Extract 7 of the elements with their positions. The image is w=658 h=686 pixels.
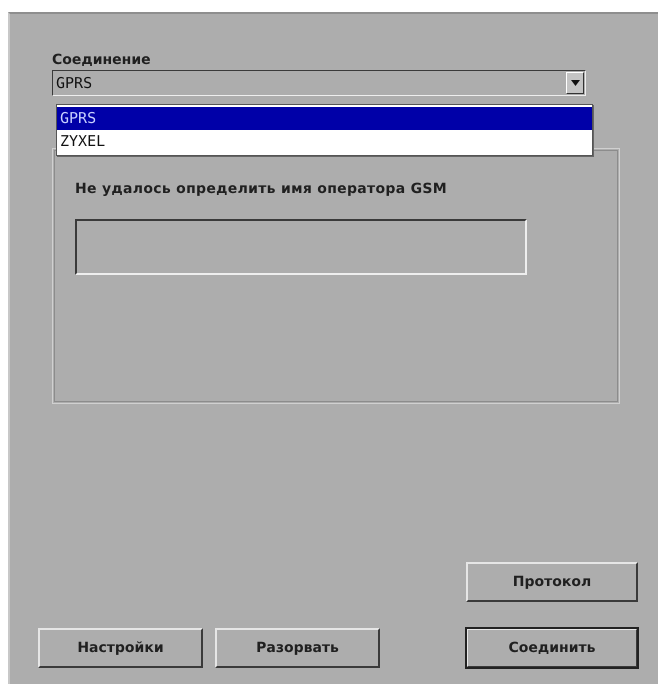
log-button[interactable]: Протокол (466, 562, 638, 602)
dropdown-option[interactable]: GPRS (57, 107, 592, 130)
action-button[interactable]: Настройки (38, 628, 203, 668)
status-message: Не удалось определить имя оператора GSM (75, 181, 448, 197)
action-button[interactable]: Разорвать (215, 628, 380, 668)
connection-label: Соединение (52, 51, 151, 70)
action-button[interactable]: Соединить (466, 628, 638, 668)
